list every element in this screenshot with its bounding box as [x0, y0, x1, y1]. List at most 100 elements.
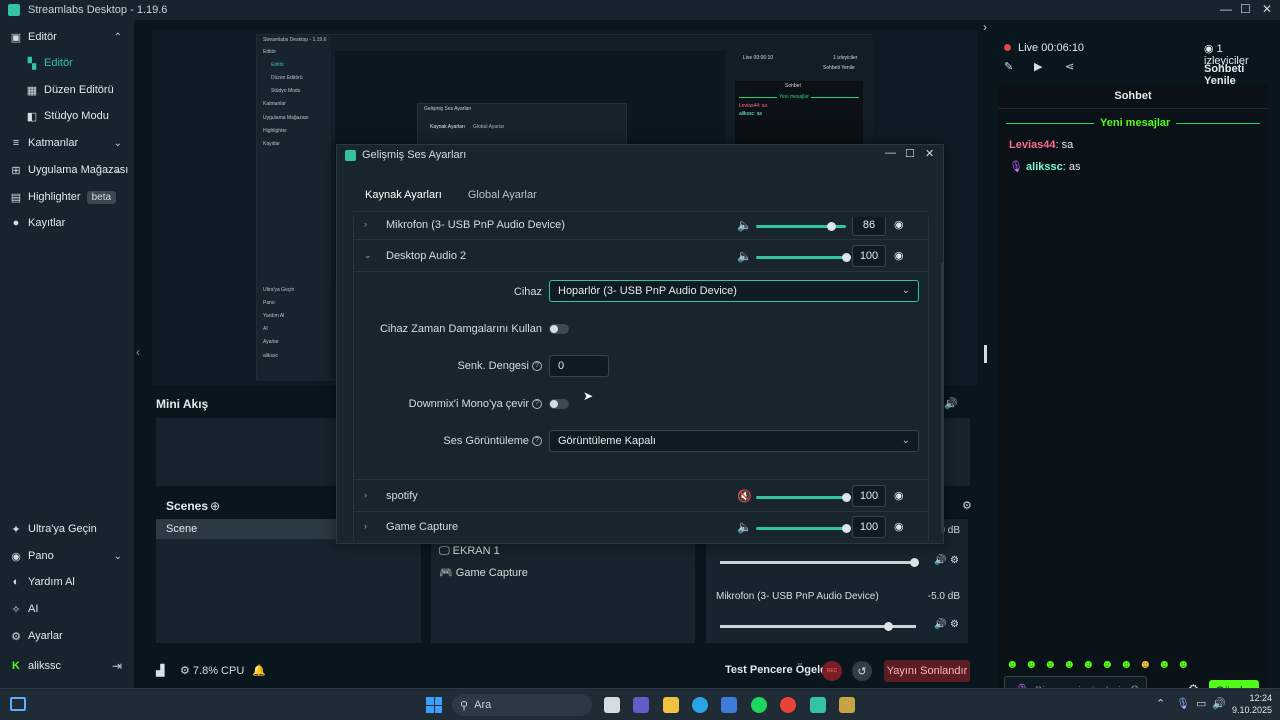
replay-buffer-icon[interactable]: ↺ [852, 661, 872, 681]
tab-source-settings[interactable]: Kaynak Ayarları [365, 189, 442, 201]
eye-icon[interactable]: ◉ [894, 218, 904, 231]
dialog-close-button[interactable]: ✕ [925, 147, 934, 160]
task-view-icon[interactable] [604, 697, 620, 713]
volume-input[interactable]: 100 [852, 245, 886, 267]
dialog-minimize-button[interactable]: — [885, 147, 896, 159]
minimize-button[interactable]: — [1220, 2, 1232, 16]
volume-slider[interactable] [756, 222, 846, 231]
downmix-toggle[interactable] [549, 399, 569, 409]
spotify-icon[interactable] [751, 697, 767, 713]
logout-icon[interactable]: ⇥ [112, 659, 122, 673]
clock-time[interactable]: 12:24 [1234, 693, 1272, 703]
muted-volume-icon[interactable]: 🔇 [737, 489, 752, 503]
tab-global-settings[interactable]: Global Ayarlar [468, 189, 537, 201]
tray-chevron-icon[interactable]: ⌃ [1156, 697, 1165, 710]
sidebar-item-help[interactable]: ◐ Yardım Al [0, 570, 134, 594]
timestamps-toggle[interactable] [549, 324, 569, 334]
sidebar-item-layers[interactable]: ≡ Katmanlar ⌄ [0, 131, 134, 155]
mixer-mic-volume-icon[interactable]: 🔊 [934, 619, 946, 630]
volume-icon[interactable]: 🔈 [737, 218, 752, 232]
add-scene-icon[interactable]: ⊕ [210, 499, 220, 513]
eye-icon[interactable]: ◉ [894, 520, 904, 533]
sidebar-item-dashboard[interactable]: ◉ Pano ⌄ [0, 544, 134, 568]
clock-date[interactable]: 9.10.2025 [1226, 705, 1272, 715]
stats-icon[interactable]: ▟ [156, 664, 164, 677]
emote-icon[interactable]: ☻ [1025, 657, 1038, 671]
end-stream-button[interactable]: Yayını Sonlandır [884, 660, 970, 682]
test-widgets-label[interactable]: Test Pencere Ögeleri [725, 664, 834, 676]
help-icon[interactable]: ? [532, 436, 542, 447]
source-row-game-capture[interactable]: › Game Capture 🔈 100 ◉ [354, 512, 928, 541]
emote-icon[interactable]: ☻ [1158, 657, 1171, 671]
source-item[interactable]: 🎮 Game Capture [439, 566, 528, 579]
file-explorer-icon[interactable] [663, 697, 679, 713]
emote-icon[interactable]: ☻ [1063, 657, 1076, 671]
volume-icon[interactable]: 🔈 [737, 520, 752, 534]
sidebar-item-studio-mode[interactable]: ◧ Stüdyo Modu [0, 104, 134, 128]
volume-slider[interactable] [756, 493, 851, 502]
source-item[interactable]: 🖵 EKRAN 1 [439, 545, 500, 558]
emote-icon[interactable]: ☻ [1044, 657, 1057, 671]
volume-input[interactable]: 100 [852, 485, 886, 507]
device-select[interactable]: Hoparlör (3- USB PnP Audio Device) ⌄ [549, 280, 919, 302]
widgets-icon[interactable] [10, 697, 26, 711]
eye-icon[interactable]: ◉ [894, 249, 904, 262]
tray-volume-icon[interactable]: 🔊 [1212, 697, 1226, 710]
notification-icon[interactable]: 🔔 [252, 664, 266, 677]
record-button[interactable]: REC [822, 661, 842, 681]
teams-icon[interactable] [633, 697, 649, 713]
mini-akis-volume-icon[interactable]: 🔊 [944, 397, 958, 410]
edge-icon[interactable] [692, 697, 708, 713]
taskbar-search[interactable]: ⚲ Ara [452, 694, 592, 716]
mixer-volume-icon[interactable]: 🔊 [934, 555, 946, 566]
dialog-scrollbar[interactable] [941, 263, 944, 533]
sync-offset-input[interactable]: 0 [549, 355, 609, 377]
source-row-mic[interactable]: › Mikrofon (3- USB PnP Audio Device) 🔈 8… [354, 217, 928, 240]
store-icon[interactable] [721, 697, 737, 713]
help-icon[interactable]: ? [532, 399, 542, 410]
sidebar-item-editor-sub[interactable]: ▚ Editör [0, 51, 134, 75]
edit-icon[interactable]: ✎ [1004, 60, 1013, 73]
help-icon[interactable]: ? [532, 361, 542, 372]
maximize-button[interactable]: ☐ [1240, 2, 1251, 16]
volume-input[interactable]: 86 [852, 217, 886, 236]
sidebar-item-account[interactable]: K alikssc ⇥ [0, 654, 134, 678]
windows-start-icon[interactable] [426, 697, 442, 713]
sidebar-item-ai[interactable]: ✧ AI [0, 597, 134, 621]
tray-mic-icon[interactable]: 🎙 [1176, 697, 1190, 710]
emote-icon[interactable]: ☻ [1139, 657, 1152, 671]
eye-icon[interactable]: ◉ [894, 489, 904, 502]
mixer-mic-gear-icon[interactable]: ⚙ [950, 619, 959, 630]
emote-icon[interactable]: ☻ [1120, 657, 1133, 671]
monitoring-select[interactable]: Görüntüleme Kapalı ⌄ [549, 430, 919, 452]
chat-username[interactable]: Levias44 [1009, 139, 1055, 151]
tray-network-icon[interactable]: ▭ [1196, 697, 1206, 710]
collapse-left-icon[interactable]: ‹ [136, 345, 140, 359]
sidebar-item-highlighter[interactable]: ▤ Highlighter beta [0, 185, 134, 209]
chrome-icon[interactable] [780, 697, 796, 713]
dialog-maximize-button[interactable]: ☐ [905, 147, 915, 160]
sidebar-item-app-store[interactable]: ⊞ Uygulama Mağazası ⌄ [0, 158, 134, 182]
emote-icon[interactable]: ☻ [1101, 657, 1114, 671]
sidebar-item-layout-editor[interactable]: ▦ Düzen Editörü [0, 78, 134, 102]
mixer-settings-icon[interactable]: ⚙ [962, 499, 972, 512]
volume-slider[interactable] [756, 524, 851, 533]
sidebar-item-recordings[interactable]: ● Kayıtlar [0, 211, 134, 235]
source-row-desktop-audio[interactable]: ⌄ Desktop Audio 2 🔈 100 ◉ [354, 241, 928, 271]
camera-icon[interactable]: ▶ [1034, 60, 1042, 73]
chat-username[interactable]: alikssc [1026, 161, 1063, 173]
close-button[interactable]: ✕ [1262, 2, 1272, 16]
mixer-gear-icon[interactable]: ⚙ [950, 555, 959, 566]
source-row-spotify[interactable]: › spotify 🔇 100 ◉ [354, 481, 928, 511]
mixer-slider-1[interactable] [720, 558, 919, 567]
volume-input[interactable]: 100 [852, 516, 886, 538]
volume-slider[interactable] [756, 253, 851, 262]
volume-icon[interactable]: 🔈 [737, 249, 752, 263]
panel-resize-handle[interactable] [984, 345, 987, 363]
mixer-slider-2[interactable] [720, 622, 916, 631]
sidebar-item-settings[interactable]: ⚙ Ayarlar [0, 624, 134, 648]
game-icon[interactable] [839, 697, 855, 713]
emote-icon[interactable]: ☻ [1006, 657, 1019, 671]
emote-icon[interactable]: ☻ [1177, 657, 1190, 671]
streamlabs-icon[interactable] [810, 697, 826, 713]
